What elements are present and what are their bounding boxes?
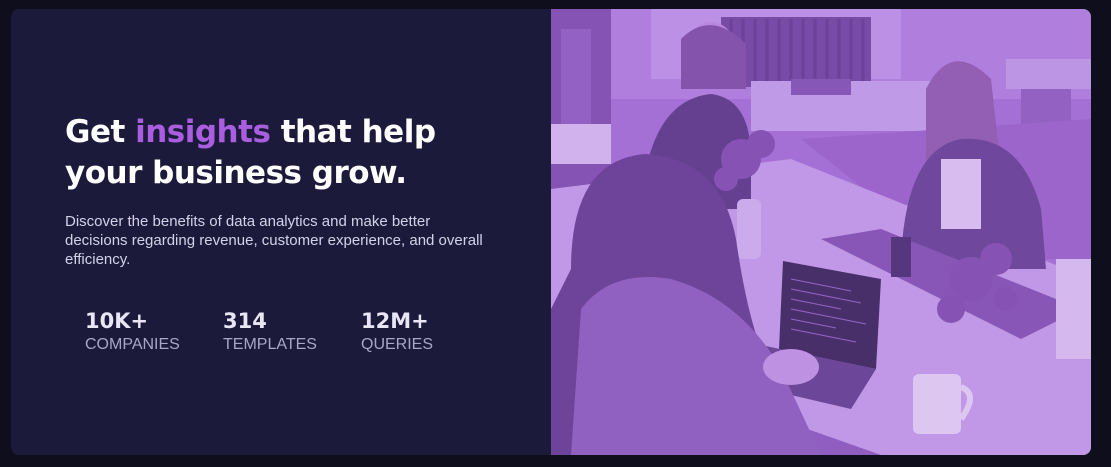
hero-text-panel: Get insights that help your business gro… <box>11 9 551 455</box>
stat-templates: 314 Templates <box>223 308 361 355</box>
hero-description: Discover the benefits of data analytics … <box>65 213 483 268</box>
hero-headline: Get insights that help your business gro… <box>65 112 505 194</box>
stat-value: 314 <box>223 309 267 333</box>
stat-queries: 12M+ Queries <box>361 308 499 355</box>
stat-label: Queries <box>361 336 434 353</box>
hero-image-panel <box>551 9 1091 455</box>
stat-value: 12M+ <box>361 309 429 333</box>
stat-label: Companies <box>85 336 180 353</box>
headline-part-1: Get <box>65 114 136 150</box>
stat-value: 10K+ <box>85 309 149 333</box>
stats-row: 10K+ Companies 314 Templates 12M+ Querie… <box>85 308 499 355</box>
stat-label: Templates <box>223 336 317 353</box>
hero-card: Get insights that help your business gro… <box>11 9 1091 455</box>
headline-accent: insights <box>135 114 271 150</box>
stat-companies: 10K+ Companies <box>85 308 223 355</box>
office-team-photo <box>551 9 1091 455</box>
